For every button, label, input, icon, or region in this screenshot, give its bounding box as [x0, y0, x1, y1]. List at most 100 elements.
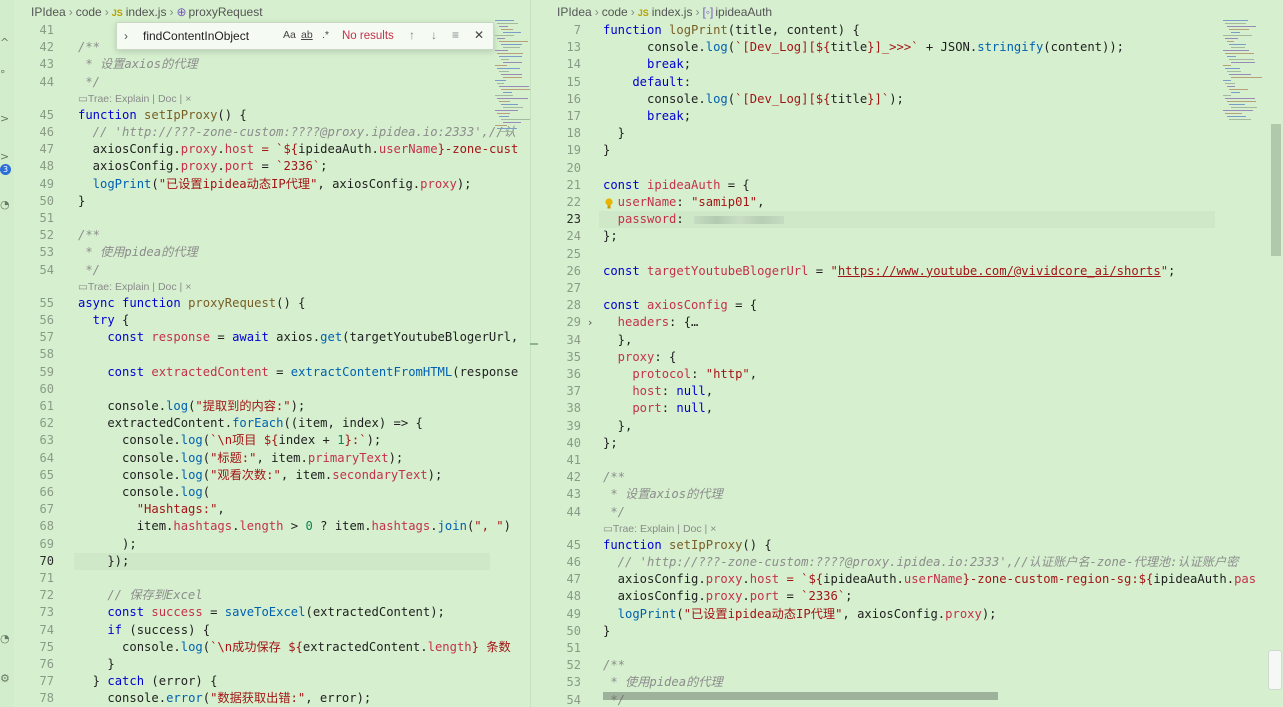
code-line[interactable]: } [603, 125, 625, 142]
code-line[interactable]: } catch (error) { [78, 673, 218, 690]
right-editor-pane[interactable]: IPIdea › code › JS index.js › [◦] ipideaAuth 7 fu… [543, 0, 1283, 707]
ai-codelens[interactable]: ▭Trae: Explain | Doc | × [78, 91, 191, 107]
close-find-icon[interactable]: ✕ [474, 28, 484, 42]
chevron-right-icon[interactable]: > [0, 150, 14, 163]
breadcrumb-item[interactable]: proxyRequest [189, 5, 263, 19]
code-line[interactable]: console.log(`\n项目 ${index + 1}:`); [78, 432, 381, 449]
chevron-right-icon[interactable]: > [0, 112, 14, 125]
regex-toggle[interactable]: .* [322, 29, 329, 41]
left-editor-pane[interactable]: IPIdea › code › JS index.js › ⊕ proxyRequest 41 4… [14, 0, 530, 707]
code-line[interactable]: */ [78, 74, 100, 91]
code-line[interactable]: * 使用pidea的代理 [603, 674, 722, 691]
code-line[interactable]: function logPrint(title, content) { [603, 22, 860, 39]
find-input[interactable]: findContentInObject [139, 26, 279, 46]
code-line[interactable]: axiosConfig.proxy.host = `${ipideaAuth.u… [603, 571, 1256, 588]
code-line[interactable]: }, [603, 418, 633, 435]
code-line[interactable]: function setIpProxy() { [78, 107, 247, 124]
code-line[interactable]: console.log(`\n成功保存 ${extractedContent.l… [78, 639, 511, 656]
code-line[interactable]: default: [603, 74, 691, 91]
code-line[interactable]: logPrint("已设置ipidea动态IP代理", axiosConfig.… [78, 176, 472, 193]
fold-chevron-icon[interactable]: › [588, 316, 592, 329]
code-line[interactable]: const targetYoutubeBlogerUrl = "https://… [603, 263, 1175, 280]
ai-codelens[interactable]: ▭Trae: Explain | Doc | × [603, 521, 716, 537]
breadcrumb-item[interactable]: ipideaAuth [715, 5, 772, 19]
code-line[interactable]: proxy: { [603, 349, 677, 366]
code-line[interactable]: console.log("观看次数:", item.secondaryText)… [78, 467, 442, 484]
breadcrumb-item[interactable]: index.js [126, 5, 167, 19]
minimap[interactable] [1223, 20, 1263, 130]
breadcrumb-item[interactable]: IPIdea [31, 5, 66, 19]
previous-match-icon[interactable]: ↑ [409, 28, 415, 42]
code-line[interactable]: * 使用pidea的代理 [78, 244, 197, 261]
code-line[interactable]: axiosConfig.proxy.port = `2336`; [603, 588, 853, 605]
code-line[interactable]: break; [603, 108, 691, 125]
code-line[interactable]: } [78, 193, 85, 210]
code-line[interactable]: userName: "samip01", [603, 194, 765, 211]
code-line[interactable]: const success = saveToExcel(extractedCon… [78, 604, 445, 621]
side-panel-handle[interactable] [1268, 650, 1282, 690]
code-line[interactable]: axiosConfig.proxy.port = `2336`; [78, 158, 328, 175]
code-line[interactable]: extractedContent.forEach((item, index) =… [78, 415, 423, 432]
code-line[interactable]: port: null, [603, 400, 713, 417]
minimap[interactable] [495, 20, 530, 140]
code-line[interactable]: }, [603, 332, 633, 349]
code-line[interactable]: console.log(`[Dev_Log][${title}]`); [603, 91, 904, 108]
code-line[interactable]: const extractedContent = extractContentF… [78, 364, 518, 381]
vertical-scrollbar[interactable] [1271, 124, 1281, 256]
code-line[interactable]: axiosConfig.proxy.host = `${ipideaAuth.u… [78, 141, 519, 158]
code-line[interactable]: ); [78, 536, 137, 553]
code-line[interactable]: // 保存到Excel [78, 587, 202, 604]
ai-codelens[interactable]: ▭Trae: Explain | Doc | × [78, 279, 191, 295]
code-line[interactable]: const response = await axios.get(targetY… [78, 329, 518, 346]
code-line[interactable]: console.log("标题:", item.primaryText); [78, 450, 403, 467]
code-line[interactable]: /** [603, 469, 625, 486]
code-line[interactable]: break; [603, 56, 691, 73]
code-line[interactable]: password: [603, 211, 784, 228]
toggle-replace-icon[interactable]: › [124, 29, 128, 43]
code-line[interactable]: // 'http://???-zone-custom:????@proxy.ip… [78, 124, 516, 141]
code-line[interactable]: */ [78, 262, 100, 279]
horizontal-scrollbar[interactable] [603, 692, 998, 700]
code-line[interactable]: */ [603, 504, 625, 521]
match-case-toggle[interactable]: Aa [283, 29, 296, 41]
breadcrumb-item[interactable]: code [76, 5, 102, 19]
code-line[interactable]: "Hashtags:", [78, 501, 225, 518]
code-line[interactable]: if (success) { [78, 622, 210, 639]
code-line[interactable]: headers: {… [603, 314, 699, 331]
clock-icon[interactable]: ◔ [0, 198, 14, 211]
code-line[interactable]: function setIpProxy() { [603, 537, 772, 554]
code-line[interactable]: try { [78, 312, 130, 329]
breadcrumb-item[interactable]: index.js [652, 5, 693, 19]
code-line[interactable]: async function proxyRequest() { [78, 295, 306, 312]
code-line[interactable]: /** [78, 39, 100, 56]
code-line[interactable]: // 'http://???-zone-custom:????@proxy.ip… [603, 554, 1239, 571]
code-line[interactable]: console.log( [78, 484, 210, 501]
code-line[interactable]: host: null, [603, 383, 713, 400]
dot-icon[interactable]: ° [0, 68, 14, 81]
code-line[interactable]: /** [78, 227, 100, 244]
code-line[interactable]: } [78, 656, 114, 673]
editor-split-divider[interactable] [530, 0, 543, 707]
breadcrumb-item[interactable]: IPIdea [557, 5, 592, 19]
find-in-selection-icon[interactable]: ≡ [452, 28, 459, 42]
code-line[interactable]: }); [78, 553, 129, 570]
account-icon[interactable]: ◔ [0, 632, 14, 645]
code-line[interactable]: } [603, 623, 610, 640]
lightbulb-icon[interactable] [605, 198, 613, 210]
code-line[interactable]: }; [603, 435, 618, 452]
whole-word-toggle[interactable]: ab [301, 29, 313, 41]
code-line[interactable]: logPrint("已设置ipidea动态IP代理", axiosConfig.… [603, 606, 997, 623]
chevron-icon[interactable]: ^ [0, 36, 14, 49]
code-line[interactable]: * 设置axios的代理 [603, 486, 722, 503]
code-line[interactable]: * 设置axios的代理 [78, 56, 197, 73]
code-line[interactable]: console.log("提取到的内容:"); [78, 398, 305, 415]
code-line[interactable]: console.log(`[Dev_Log][${title}]_>>>` + … [603, 39, 1124, 56]
code-line[interactable]: protocol: "http", [603, 366, 757, 383]
find-widget[interactable]: › findContentInObject Aa ab .* No result… [116, 22, 494, 50]
code-line[interactable]: } [603, 142, 610, 159]
code-line[interactable]: const ipideaAuth = { [603, 177, 750, 194]
next-match-icon[interactable]: ↓ [431, 28, 437, 42]
settings-gear-icon[interactable]: ⚙ [0, 672, 14, 685]
code-line[interactable]: /** [603, 657, 625, 674]
code-line[interactable]: const axiosConfig = { [603, 297, 757, 314]
